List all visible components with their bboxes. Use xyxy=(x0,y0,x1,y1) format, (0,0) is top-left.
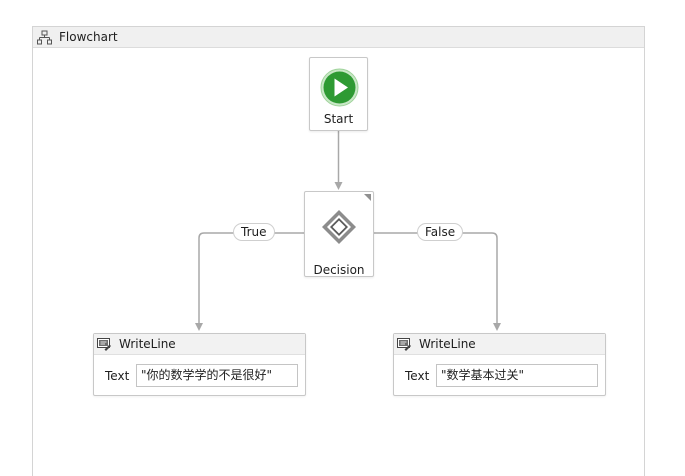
start-node[interactable]: Start xyxy=(309,57,368,131)
start-label: Start xyxy=(323,112,354,126)
flowchart-title: Flowchart xyxy=(59,30,118,44)
diamond-icon xyxy=(322,210,356,244)
writeline-false-activity[interactable]: WriteLine Text "数学基本过关" xyxy=(393,333,606,396)
decision-node[interactable]: Decision xyxy=(304,191,374,277)
writeline-title: WriteLine xyxy=(419,337,476,351)
text-expression-input[interactable]: "你的数学学的不是很好" xyxy=(136,364,298,387)
expand-corner-icon[interactable] xyxy=(364,194,371,201)
writeline-true-activity[interactable]: WriteLine Text "你的数学学的不是很好" xyxy=(93,333,306,396)
true-branch-label[interactable]: True xyxy=(233,223,275,241)
writeline-icon xyxy=(97,338,111,351)
text-property-label: Text xyxy=(405,369,430,383)
writeline-icon xyxy=(397,338,411,351)
writeline-header[interactable]: WriteLine xyxy=(94,334,305,355)
flowchart-icon xyxy=(37,30,52,45)
flowchart-header[interactable]: Flowchart xyxy=(33,27,644,48)
workflow-designer-canvas: Flowchart Start Decision True False Writ… xyxy=(0,0,685,476)
text-property-label: Text xyxy=(105,369,130,383)
play-icon xyxy=(320,68,359,107)
decision-label: Decision xyxy=(313,263,365,277)
writeline-title: WriteLine xyxy=(119,337,176,351)
writeline-header[interactable]: WriteLine xyxy=(394,334,605,355)
text-expression-input[interactable]: "数学基本过关" xyxy=(436,364,598,387)
false-branch-label[interactable]: False xyxy=(417,223,464,241)
